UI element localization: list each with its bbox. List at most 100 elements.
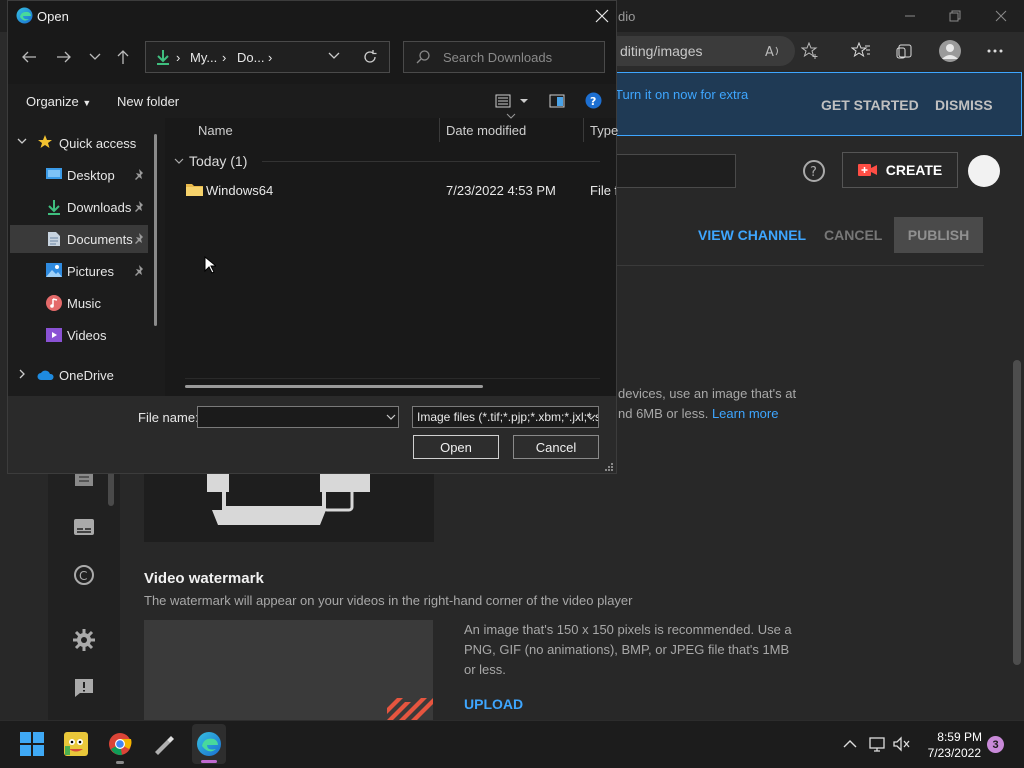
open-button[interactable]: Open (413, 435, 499, 459)
edge-active-indicator (201, 760, 217, 763)
downloads-icon (46, 199, 62, 215)
dismiss-button[interactable]: DISMISS (935, 97, 993, 113)
nav-desktop[interactable]: Desktop (67, 168, 115, 183)
change-view-button[interactable] (495, 93, 531, 109)
nav-pictures[interactable]: Pictures (67, 264, 114, 279)
page-scrollbar[interactable] (1013, 360, 1021, 665)
nav-quick-access[interactable]: Quick access (59, 136, 136, 151)
chevron-down-icon (586, 414, 596, 420)
breadcrumb-1[interactable]: My... (190, 50, 217, 65)
volume-button[interactable] (892, 735, 910, 753)
taskbar-app-usb[interactable] (148, 728, 180, 760)
start-button[interactable] (16, 728, 48, 760)
app-mascot-icon (64, 732, 88, 756)
navigation-pane (8, 118, 165, 396)
nav-videos[interactable]: Videos (67, 328, 107, 343)
video-plus-icon (857, 164, 877, 176)
add-favorite-button[interactable] (797, 39, 823, 63)
file-name-dropdown[interactable] (384, 410, 398, 424)
nav-music[interactable]: Music (67, 296, 101, 311)
crumb-separator: › (268, 50, 273, 65)
expand-quick-access[interactable] (17, 136, 27, 146)
horizontal-scrollbar[interactable] (185, 385, 483, 388)
svg-text:C: C (79, 569, 87, 583)
feedback-nav[interactable] (72, 676, 96, 700)
copyright-nav[interactable]: C (72, 563, 96, 587)
upload-button[interactable]: UPLOAD (464, 696, 523, 712)
cancel-button[interactable]: CANCEL (824, 227, 882, 243)
forward-button[interactable] (52, 45, 76, 69)
column-separator[interactable] (439, 118, 440, 142)
profile-button[interactable] (937, 39, 963, 63)
create-button[interactable]: CREATE (842, 152, 958, 188)
preview-pane-button[interactable] (549, 94, 565, 108)
channel-avatar[interactable] (968, 155, 1000, 187)
file-type-dropdown[interactable] (584, 410, 598, 424)
settings-nav[interactable] (72, 628, 96, 652)
file-row-date: 7/23/2022 4:53 PM (446, 183, 556, 198)
restore-button[interactable] (935, 6, 975, 26)
file-name-label: File name: (138, 410, 199, 425)
column-name[interactable]: Name (198, 123, 233, 138)
minimize-button[interactable] (890, 6, 930, 26)
watermark-preview (144, 620, 433, 720)
taskbar-edge[interactable] (193, 728, 225, 760)
expand-onedrive[interactable] (17, 369, 27, 379)
learn-more-link[interactable]: Learn more (712, 406, 778, 421)
nav-downloads[interactable]: Downloads (67, 200, 131, 215)
nav-scrollbar[interactable] (154, 134, 157, 326)
profile-icon (939, 40, 961, 62)
back-button[interactable] (17, 45, 41, 69)
help-button[interactable]: ? (802, 159, 826, 183)
nav-onedrive[interactable]: OneDrive (59, 368, 114, 383)
settings-more-button[interactable] (982, 39, 1008, 63)
refresh-button[interactable] (362, 49, 378, 65)
taskbar-chrome[interactable] (104, 728, 136, 760)
preview-pane-icon (549, 94, 565, 108)
clock-time[interactable]: 8:59 PM (936, 730, 982, 744)
close-window-button[interactable] (981, 6, 1021, 26)
dialog-close-button[interactable] (592, 6, 612, 26)
rail-scrollbar[interactable] (108, 470, 114, 506)
publish-button[interactable]: PUBLISH (894, 217, 983, 253)
new-folder-button[interactable]: New folder (117, 94, 179, 109)
nav-documents[interactable]: Documents (67, 232, 133, 247)
collapse-group-button[interactable] (174, 156, 184, 166)
chevron-down-icon (174, 158, 184, 164)
subtitles-nav[interactable] (72, 515, 96, 539)
clock-date[interactable]: 7/23/2022 (923, 746, 981, 760)
svg-text:A: A (765, 45, 774, 60)
recent-locations-button[interactable] (83, 45, 107, 69)
group-header-today[interactable]: Today (1) (189, 153, 247, 169)
show-hidden-icons-button[interactable] (841, 735, 859, 753)
file-row-name[interactable]: Windows64 (206, 183, 273, 198)
column-type[interactable]: Type (590, 123, 618, 138)
up-button[interactable] (111, 45, 135, 69)
favorites-button[interactable] (848, 39, 874, 63)
organize-button[interactable]: Organize ▼ (26, 94, 91, 109)
notification-badge[interactable]: 3 (987, 736, 1004, 753)
file-row-type: File folder (590, 183, 616, 198)
column-date-modified[interactable]: Date modified (446, 123, 526, 138)
view-channel-button[interactable]: VIEW CHANNEL (698, 227, 806, 243)
cursor-arrow-icon (204, 256, 216, 274)
read-aloud-button[interactable]: A (760, 39, 786, 63)
cancel-dialog-button[interactable]: Cancel (513, 435, 599, 459)
help-dialog-button[interactable]: ? (585, 92, 602, 109)
copyright-icon: C (74, 565, 94, 585)
taskbar-app-1[interactable] (60, 728, 92, 760)
studio-search-input[interactable] (600, 154, 736, 188)
network-button[interactable] (868, 735, 886, 753)
breadcrumb-2[interactable]: Do... (237, 50, 264, 65)
column-separator[interactable] (583, 118, 584, 142)
resize-grip[interactable] (604, 462, 614, 472)
file-name-input[interactable] (197, 406, 399, 428)
path-dropdown-button[interactable] (328, 52, 340, 62)
view-list-icon (495, 94, 528, 108)
divider (600, 265, 984, 266)
get-started-button[interactable]: GET STARTED (821, 97, 919, 113)
music-note-icon (46, 295, 62, 311)
file-type-filter[interactable]: Image files (*.tif;*.pjp;*.xbm;*.jxl;*.s… (412, 406, 599, 428)
edge-icon (16, 7, 33, 24)
collections-button[interactable] (892, 39, 918, 63)
